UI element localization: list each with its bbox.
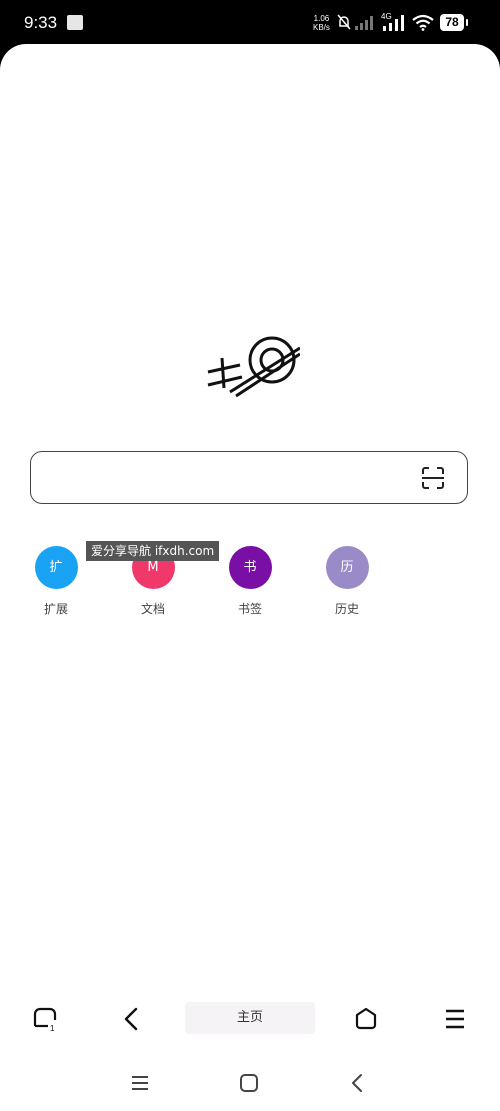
bottom-toolbar: 1 主页 [0, 994, 500, 1044]
shortcut-label: 文档 [140, 602, 165, 616]
notification-app-icon [67, 15, 83, 30]
shortcut-bookmarks[interactable]: 书 书签 [215, 546, 285, 617]
extensions-icon: 扩 [34, 546, 78, 589]
battery-indicator: 78 [440, 14, 468, 31]
shortcut-extensions[interactable]: 扩 扩展 [21, 546, 91, 617]
back-nav-icon[interactable] [347, 1072, 369, 1094]
menu-icon[interactable] [442, 1006, 468, 1032]
shortcut-label: 书签 [237, 602, 262, 616]
scan-icon[interactable] [421, 466, 445, 490]
home-tab[interactable]: 主页 [185, 1002, 315, 1034]
svg-text:4G: 4G [381, 12, 392, 21]
shortcut-history[interactable]: 历 历史 [312, 546, 382, 617]
browser-home: 扩 扩展 M 文档 书 书签 历 历史 爱分享导航 ifxdh.com 1 主页 [0, 44, 500, 1111]
svg-text:1: 1 [50, 1024, 55, 1032]
bookmarks-icon: 书 [228, 546, 272, 589]
browser-logo [207, 336, 300, 398]
status-time: 9:33 [24, 13, 58, 32]
system-nav-bar [0, 1064, 500, 1111]
mute-bell-icon [337, 14, 351, 30]
home-icon[interactable] [353, 1006, 379, 1032]
watermark-overlay: 爱分享导航 ifxdh.com [86, 541, 220, 561]
home-nav-icon[interactable] [238, 1072, 260, 1094]
wifi-icon [412, 14, 434, 31]
back-arrow-icon[interactable] [119, 1006, 145, 1032]
signal-4g-icon: 4G [381, 12, 404, 31]
recent-apps-icon[interactable] [129, 1072, 151, 1094]
search-bar[interactable] [30, 451, 468, 504]
signal-bars-icon [355, 16, 373, 30]
shortcut-label: 历史 [334, 602, 359, 616]
network-speed: 1.06 KB/s [313, 14, 330, 32]
shortcut-grid: 扩 扩展 M 文档 书 书签 历 历史 [0, 546, 500, 626]
tabs-icon[interactable]: 1 [32, 1006, 58, 1032]
status-bar: 9:33 1.06 KB/s 4G 78 [0, 0, 500, 44]
shortcut-label: 扩展 [43, 602, 68, 616]
history-icon: 历 [325, 546, 369, 589]
search-input[interactable] [45, 464, 409, 494]
